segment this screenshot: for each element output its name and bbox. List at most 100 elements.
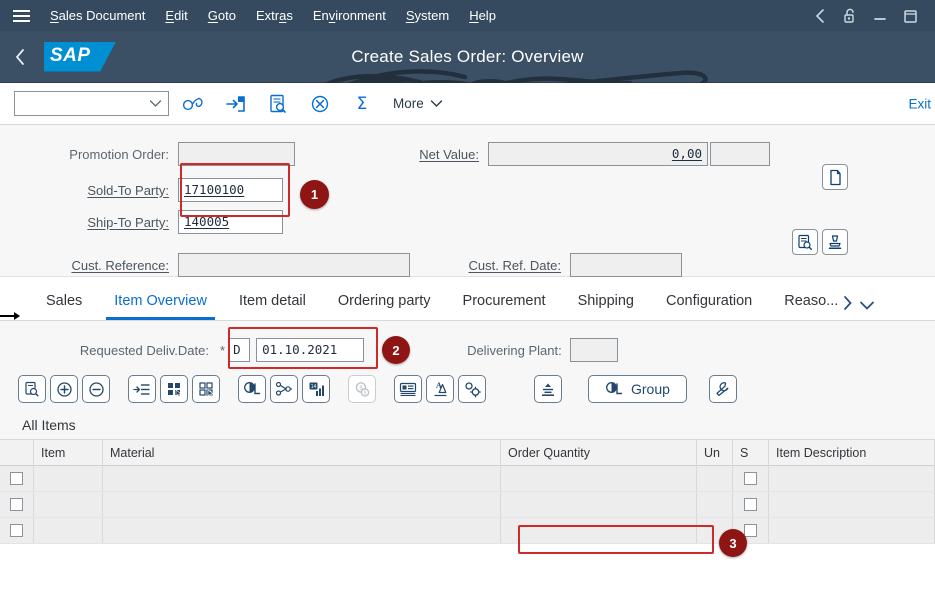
table-header-item[interactable]: Item <box>34 439 103 466</box>
requested-deliv-date-value: 01.10.2021 <box>262 342 338 357</box>
row-select-cell[interactable] <box>0 466 34 491</box>
row-select-cell[interactable] <box>0 492 34 517</box>
row-s-cell[interactable] <box>733 466 769 491</box>
table-header-item-description[interactable]: Item Description <box>769 439 935 466</box>
net-value-currency-field[interactable] <box>710 142 770 166</box>
menu-item-edit[interactable]: Edit <box>155 0 197 31</box>
hamburger-menu-icon[interactable] <box>8 5 34 27</box>
row-material-cell[interactable] <box>103 466 501 491</box>
cust-ref-date-field[interactable] <box>570 253 682 277</box>
row-order-quantity-cell[interactable] <box>501 466 697 491</box>
group-button[interactable]: Group <box>588 375 687 403</box>
row-un-cell[interactable] <box>697 492 733 517</box>
delivering-plant-field[interactable] <box>569 338 618 362</box>
document-search-icon[interactable] <box>261 89 295 119</box>
wrench-icon[interactable] <box>708 375 737 403</box>
menu-item-sales-document[interactable]: Sales Document <box>40 0 155 31</box>
display-item-icon[interactable] <box>18 375 46 403</box>
table-row[interactable] <box>0 466 935 492</box>
row-item-description-cell[interactable] <box>769 492 935 517</box>
row-checkbox[interactable] <box>10 524 23 537</box>
deliv-date-type-field[interactable]: D <box>228 338 251 362</box>
sap-logo[interactable]: SAP <box>44 41 116 72</box>
document-search-button[interactable] <box>792 229 818 255</box>
row-item-description-cell[interactable] <box>769 466 935 491</box>
row-checkbox[interactable] <box>10 472 23 485</box>
menu-item-system[interactable]: System <box>396 0 459 31</box>
row-s-checkbox[interactable] <box>744 498 757 511</box>
lab-test-icon[interactable]: A <box>426 375 454 403</box>
settings-gear-icon[interactable] <box>458 375 486 403</box>
cancel-circle-icon[interactable] <box>303 89 337 119</box>
stamp-button[interactable] <box>822 229 848 255</box>
forecast-chart-icon[interactable]: 14 <box>302 375 330 403</box>
availability-check-icon[interactable] <box>238 375 266 403</box>
exit-button[interactable]: Exit <box>908 96 931 111</box>
sum-sigma-icon[interactable]: Σ <box>345 89 379 119</box>
tab-reasons[interactable]: Reaso... <box>768 293 842 320</box>
row-select-cell[interactable] <box>0 518 34 543</box>
tab-overflow-more-icon[interactable] <box>853 300 875 320</box>
table-row[interactable] <box>0 518 935 544</box>
config-branch-icon[interactable] <box>270 375 298 403</box>
tab-item-overview[interactable]: Item Overview <box>98 293 223 320</box>
insert-line-icon[interactable] <box>128 375 156 403</box>
minimize-icon[interactable] <box>865 0 895 31</box>
menu-item-extras[interactable]: Extras <box>246 0 303 31</box>
shell-back-icon[interactable] <box>0 47 40 67</box>
menu-item-goto[interactable]: Goto <box>198 0 246 31</box>
row-material-cell[interactable] <box>103 492 501 517</box>
row-item-cell[interactable] <box>34 492 103 517</box>
table-header-row: Item Material Order Quantity Un S Item D… <box>0 439 935 466</box>
remove-item-icon[interactable] <box>82 375 110 403</box>
table-row[interactable] <box>0 492 935 518</box>
sold-to-party-field[interactable]: 17100100 <box>178 178 283 202</box>
table-header-un[interactable]: Un <box>697 439 733 466</box>
ship-to-party-field[interactable]: 140005 <box>178 210 283 234</box>
card-display-icon[interactable] <box>394 375 422 403</box>
pricing-coins-icon[interactable]: $ $ <box>348 375 376 403</box>
tab-shipping[interactable]: Shipping <box>562 293 650 320</box>
cust-reference-field[interactable] <box>178 253 410 277</box>
table-header-s[interactable]: S <box>733 439 769 466</box>
row-item-cell[interactable] <box>34 466 103 491</box>
back-chevron-icon[interactable] <box>805 0 835 31</box>
promotion-order-field[interactable] <box>178 142 295 166</box>
row-order-quantity-cell[interactable] <box>501 518 697 543</box>
row-order-quantity-cell[interactable] <box>501 492 697 517</box>
row-item-cell[interactable] <box>34 518 103 543</box>
add-item-icon[interactable] <box>50 375 78 403</box>
document-copy-button[interactable] <box>822 164 848 190</box>
tab-sales[interactable]: Sales <box>30 293 98 320</box>
tab-item-detail[interactable]: Item detail <box>223 293 322 320</box>
menu-item-help[interactable]: Help <box>459 0 506 31</box>
table-header-order-quantity[interactable]: Order Quantity <box>501 439 697 466</box>
table-header-material[interactable]: Material <box>103 439 501 466</box>
row-un-cell[interactable] <box>697 518 733 543</box>
tab-ordering-party[interactable]: Ordering party <box>322 293 447 320</box>
maximize-icon[interactable] <box>895 0 925 31</box>
select-blocks-icon[interactable] <box>160 375 188 403</box>
requested-deliv-date-label: Requested Deliv.Date: <box>79 342 209 358</box>
requested-deliv-date-field[interactable]: 01.10.2021 <box>256 338 365 362</box>
glasses-icon[interactable] <box>177 89 211 119</box>
tab-configuration[interactable]: Configuration <box>650 293 768 320</box>
row-s-cell[interactable] <box>733 492 769 517</box>
deselect-blocks-icon[interactable] <box>192 375 220 403</box>
menu-item-environment[interactable]: Environment <box>303 0 396 31</box>
row-s-checkbox[interactable] <box>744 472 757 485</box>
row-un-cell[interactable] <box>697 466 733 491</box>
row-s-cell[interactable] <box>733 518 769 543</box>
row-s-checkbox[interactable] <box>744 524 757 537</box>
row-item-description-cell[interactable] <box>769 518 935 543</box>
import-arrow-icon[interactable] <box>219 89 253 119</box>
net-value-field[interactable]: 0,00 <box>488 142 708 166</box>
sort-icon[interactable] <box>534 375 562 403</box>
more-button[interactable]: More <box>393 96 443 111</box>
transaction-select[interactable] <box>14 91 169 116</box>
row-material-cell[interactable] <box>103 518 501 543</box>
row-checkbox[interactable] <box>10 498 23 511</box>
tab-procurement[interactable]: Procurement <box>447 293 562 320</box>
tab-overflow-next-icon[interactable] <box>842 295 853 320</box>
unlock-icon[interactable] <box>835 0 865 31</box>
